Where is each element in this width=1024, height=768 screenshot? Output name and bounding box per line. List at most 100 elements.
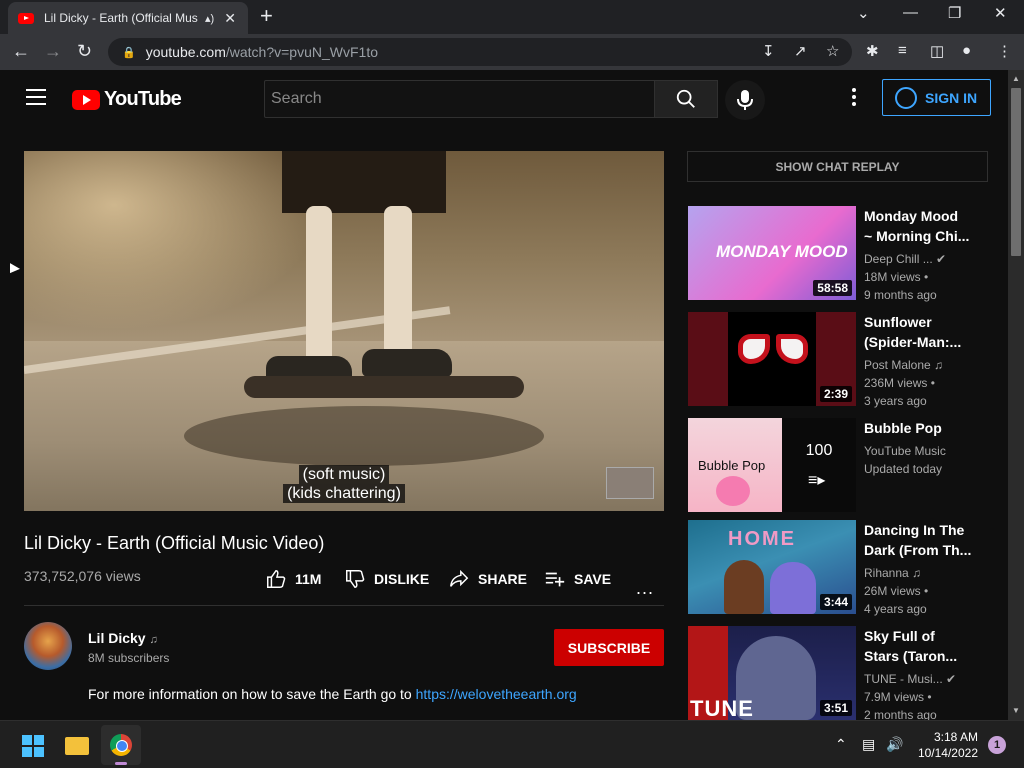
forward-icon[interactable]: →: [44, 41, 62, 62]
share-page-icon[interactable]: ↗: [794, 42, 807, 60]
video-frame-haze: [24, 151, 324, 331]
video-frame-shadow: [184, 406, 544, 466]
title-line: Monday Mood: [864, 208, 959, 224]
title-line: ~ Morning Chi...: [864, 228, 970, 244]
profile-icon[interactable]: ●: [962, 42, 971, 59]
recommendation-title[interactable]: Dancing In The Dark (From Th...: [864, 520, 974, 560]
settings-menu-icon[interactable]: [846, 88, 862, 110]
share-icon: [450, 569, 469, 587]
media-controls-icon[interactable]: ≡: [898, 42, 907, 59]
start-button[interactable]: [12, 725, 52, 765]
file-explorer-button[interactable]: [57, 725, 97, 765]
video-frame-shoe: [362, 349, 452, 377]
network-icon[interactable]: ▤: [862, 736, 875, 753]
caption-line: (kids chattering): [283, 484, 405, 503]
extensions-icon[interactable]: ✱: [866, 42, 879, 60]
channel-avatar[interactable]: [24, 622, 72, 670]
show-hidden-icons-icon[interactable]: ⌃: [835, 736, 847, 753]
video-thumbnail[interactable]: MONDAY MOOD 58:58: [688, 206, 856, 300]
scroll-down-icon[interactable]: ▼: [1012, 706, 1020, 715]
title-line: Sky Full of: [864, 628, 935, 644]
scrollbar-thumb[interactable]: [1011, 88, 1021, 256]
recommendation-title[interactable]: Sky Full of Stars (Taron...: [864, 626, 974, 666]
show-chat-replay-button[interactable]: SHOW CHAT REPLAY: [687, 151, 988, 182]
chrome-menu-icon[interactable]: ⋮: [997, 42, 1012, 60]
video-thumbnail[interactable]: TUNE 3:51: [688, 626, 856, 720]
end-card-thumbnail[interactable]: [606, 467, 654, 499]
subscriber-count: 8M subscribers: [88, 651, 170, 665]
save-button[interactable]: SAVE: [544, 568, 611, 590]
lock-icon[interactable]: 🔒: [122, 46, 136, 59]
page-scrollbar[interactable]: ▲ ▼: [1008, 70, 1024, 720]
notification-badge[interactable]: 1: [988, 736, 1006, 754]
subscribe-button[interactable]: SUBSCRIBE: [554, 629, 664, 666]
recommendation-title[interactable]: Monday Mood ~ Morning Chi...: [864, 206, 974, 246]
recommendation-item[interactable]: MONDAY MOOD 58:58 Monday Mood ~ Morning C…: [688, 206, 988, 302]
playlist-thumbnail[interactable]: Bubble Pop 100 ≡▸: [688, 418, 856, 512]
playlist-icon: ≡▸: [808, 472, 826, 489]
audio-playing-icon[interactable]: ▴): [205, 12, 214, 25]
minimize-icon[interactable]: —: [903, 4, 918, 21]
search-input[interactable]: Search: [264, 80, 655, 118]
browser-toolbar: ← → ↻ 🔒 youtube.com/watch?v=pvuN_WvF1to …: [0, 34, 1024, 70]
clock-time: 3:18 AM: [933, 730, 978, 744]
back-icon[interactable]: ←: [12, 41, 30, 62]
install-app-icon[interactable]: ↧: [762, 42, 775, 60]
recommendation-updated: Updated today: [864, 462, 943, 476]
like-button[interactable]: 11M: [265, 568, 321, 590]
recommendation-item[interactable]: HOME 3:44 Dancing In The Dark (From Th...…: [688, 520, 988, 616]
video-frame-leg: [384, 206, 412, 356]
restore-icon[interactable]: ❐: [948, 4, 961, 22]
video-player[interactable]: (soft music) (kids chattering): [24, 151, 664, 511]
chrome-taskbar-button[interactable]: [101, 725, 141, 765]
video-thumbnail[interactable]: 2:39: [688, 312, 856, 406]
video-frame-shorts: [282, 151, 446, 213]
account-icon: [895, 86, 917, 109]
youtube-favicon-icon: [18, 12, 34, 24]
reload-icon[interactable]: ↻: [77, 41, 92, 62]
sign-in-button[interactable]: SIGN IN: [882, 79, 991, 116]
video-frame-skateboard: [244, 376, 524, 398]
thumbs-up-icon: [267, 570, 286, 588]
video-thumbnail[interactable]: HOME 3:44: [688, 520, 856, 614]
search-button[interactable]: [655, 80, 718, 118]
channel-name[interactable]: Lil Dicky ♫: [88, 630, 158, 646]
recommendation-item[interactable]: TUNE 3:51 Sky Full of Stars (Taron... TUN…: [688, 626, 988, 722]
browser-tab-bar: Lil Dicky - Earth (Official Mus ▴) ✕ + ⌄…: [0, 0, 1024, 34]
browser-tab[interactable]: Lil Dicky - Earth (Official Mus ▴) ✕: [8, 2, 248, 34]
system-clock[interactable]: 3:18 AM 10/14/2022: [906, 729, 978, 761]
recommendation-item[interactable]: Bubble Pop 100 ≡▸ Bubble Pop YouTube Mus…: [688, 418, 988, 512]
recommendation-views: 7.9M views •: [864, 690, 932, 704]
share-button[interactable]: SHARE: [448, 568, 527, 590]
bubble-gum: [716, 476, 750, 506]
hamburger-menu-icon[interactable]: [26, 89, 46, 105]
verified-icon: ✔: [946, 672, 957, 686]
recommendation-item[interactable]: 2:39 Sunflower (Spider-Man:... Post Malon…: [688, 312, 988, 408]
new-tab-icon[interactable]: +: [260, 5, 273, 27]
description-link[interactable]: https://welovetheearth.org: [416, 686, 577, 702]
video-duration: 3:44: [819, 594, 852, 610]
voice-search-button[interactable]: [725, 80, 765, 120]
close-window-icon[interactable]: ✕: [994, 4, 1007, 22]
youtube-play-logo-icon: [72, 89, 100, 110]
tab-search-icon[interactable]: ⌄: [857, 4, 870, 22]
dislike-button[interactable]: DISLIKE: [344, 568, 429, 590]
description-text: For more information on how to save the …: [88, 686, 412, 702]
caption-line: (soft music): [298, 465, 390, 484]
title-line: Stars (Taron...: [864, 648, 958, 664]
address-bar[interactable]: 🔒 youtube.com/watch?v=pvuN_WvF1to: [108, 38, 852, 66]
title-line: Sunflower: [864, 314, 932, 330]
windows-taskbar: ⌃ ▤ 🔊 3:18 AM 10/14/2022 1: [0, 720, 1024, 768]
close-tab-icon[interactable]: ✕: [224, 10, 236, 27]
recommendation-title[interactable]: Sunflower (Spider-Man:...: [864, 312, 974, 352]
more-actions-icon[interactable]: ...: [636, 578, 654, 599]
recommendation-channel: Rihanna ♫: [864, 564, 921, 582]
youtube-logo[interactable]: YouTube: [72, 88, 182, 111]
scroll-up-icon[interactable]: ▲: [1012, 74, 1020, 83]
side-panel-icon[interactable]: ◫: [930, 42, 944, 60]
clock-date: 10/14/2022: [917, 746, 978, 760]
spider-mask-eye: [738, 334, 770, 364]
volume-icon[interactable]: 🔊: [886, 736, 903, 753]
recommendation-title[interactable]: Bubble Pop: [864, 418, 974, 438]
bookmark-star-icon[interactable]: ☆: [826, 42, 839, 60]
